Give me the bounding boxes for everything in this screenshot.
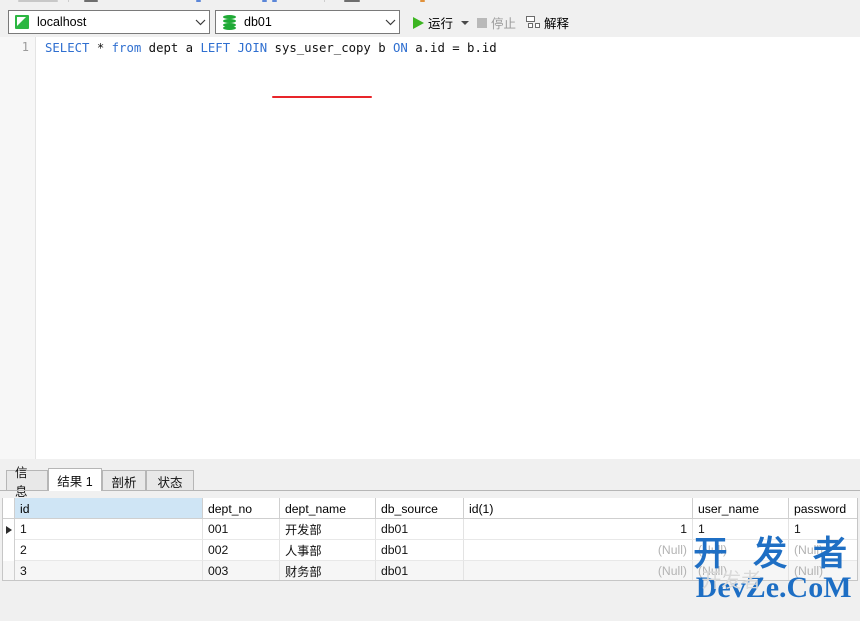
toolbar-ghost-mark bbox=[68, 0, 69, 2]
toolbar-ghost-mark bbox=[344, 0, 360, 2]
grid-column-header[interactable]: dept_no bbox=[203, 498, 280, 519]
grid-corner-cell bbox=[3, 498, 15, 519]
toolbar-ghost-mark bbox=[18, 0, 58, 2]
explain-button[interactable]: 解释 bbox=[526, 12, 569, 33]
results-tab[interactable]: 信息 bbox=[6, 466, 48, 499]
red-underline-annotation bbox=[272, 96, 372, 98]
row-header[interactable] bbox=[3, 561, 15, 580]
grid-cell[interactable]: 1 bbox=[789, 519, 857, 540]
truncated-toolbar bbox=[0, 0, 860, 8]
database-select[interactable]: db01 bbox=[215, 10, 400, 34]
sql-token: ON bbox=[393, 41, 408, 55]
line-number: 1 bbox=[21, 40, 29, 54]
sql-code-line[interactable]: SELECT * from dept a LEFT JOIN sys_user_… bbox=[45, 40, 497, 57]
grid-cell[interactable]: 2 bbox=[15, 540, 203, 561]
grid-cell[interactable]: (Null) bbox=[693, 540, 789, 561]
grid-cell[interactable]: (Null) bbox=[464, 561, 693, 580]
grid-cell[interactable]: db01 bbox=[376, 540, 464, 561]
results-tab[interactable]: 状态 bbox=[146, 470, 194, 491]
grid-cell[interactable]: (Null) bbox=[789, 540, 857, 561]
toolbar-ghost-mark bbox=[324, 0, 325, 2]
table-row[interactable]: 3 003 财务部 db01 (Null) (Null) (Null) bbox=[3, 561, 857, 580]
explain-button-label: 解释 bbox=[544, 17, 570, 31]
database-select-value: db01 bbox=[244, 15, 272, 29]
grid-cell[interactable]: db01 bbox=[376, 561, 464, 580]
grid-cell[interactable]: 002 bbox=[203, 540, 280, 561]
grid-column-header[interactable]: id bbox=[15, 498, 203, 519]
grid-cell[interactable]: (Null) bbox=[693, 561, 789, 580]
sql-token: dept a bbox=[141, 41, 201, 55]
grid-column-header[interactable]: id(1) bbox=[464, 498, 693, 519]
chevron-down-icon[interactable] bbox=[381, 19, 399, 26]
grid-cell[interactable]: 001 bbox=[203, 519, 280, 540]
connection-select-value: localhost bbox=[37, 15, 87, 29]
results-grid-header: id dept_no dept_name db_source id(1) user_nam… bbox=[3, 498, 857, 519]
grid-cell[interactable]: 人事部 bbox=[280, 540, 376, 561]
sql-client-window: localhost db01 运行 停止 解释 1 SELECT * from … bbox=[0, 0, 860, 621]
run-button[interactable]: 运行 bbox=[413, 12, 453, 33]
grid-cell[interactable]: (Null) bbox=[464, 540, 693, 561]
stop-button-label: 停止 bbox=[491, 17, 517, 31]
sql-editor[interactable]: 1 SELECT * from dept a LEFT JOIN sys_use… bbox=[0, 37, 860, 459]
grid-column-header[interactable]: user_name bbox=[693, 498, 789, 519]
toolbar-ghost-mark bbox=[262, 0, 267, 2]
caret-down-icon bbox=[461, 20, 469, 25]
results-tab[interactable]: 剖析 bbox=[102, 470, 146, 491]
grid-cell[interactable]: 1 bbox=[464, 519, 693, 540]
host-icon bbox=[13, 15, 31, 29]
toolbar-ghost-mark bbox=[420, 0, 425, 2]
grid-cell[interactable]: 开发部 bbox=[280, 519, 376, 540]
grid-cell[interactable]: 1 bbox=[15, 519, 203, 540]
grid-cell[interactable]: (Null) bbox=[789, 561, 857, 580]
sql-token: from bbox=[111, 41, 142, 55]
sql-token: LEFT bbox=[200, 41, 231, 55]
toolbar-ghost-mark bbox=[272, 0, 277, 2]
row-header[interactable] bbox=[3, 540, 15, 561]
run-button-label: 运行 bbox=[428, 17, 454, 31]
grid-cell[interactable]: 财务部 bbox=[280, 561, 376, 580]
grid-cell[interactable]: db01 bbox=[376, 519, 464, 540]
table-row[interactable]: 2 002 人事部 db01 (Null) (Null) (Null) bbox=[3, 540, 857, 561]
results-panel: 信息 结果 1 剖析 状态 id dept_no dept_name db_source id… bbox=[0, 459, 860, 621]
sql-token: sys_user_copy b bbox=[267, 41, 394, 55]
sql-token: * bbox=[89, 41, 112, 55]
grid-cell[interactable]: 3 bbox=[15, 561, 203, 580]
results-grid[interactable]: id dept_no dept_name db_source id(1) user_nam… bbox=[2, 498, 858, 581]
sql-token: SELECT bbox=[45, 41, 90, 55]
chevron-down-icon[interactable] bbox=[191, 19, 209, 26]
toolbar-ghost-mark bbox=[196, 0, 201, 2]
grid-cell[interactable]: 003 bbox=[203, 561, 280, 580]
sql-token: JOIN bbox=[237, 41, 268, 55]
editor-gutter: 1 bbox=[0, 37, 36, 459]
results-tab[interactable]: 结果 1 bbox=[48, 468, 102, 491]
database-icon bbox=[220, 14, 238, 30]
connection-toolbar: localhost db01 运行 停止 解释 bbox=[0, 8, 860, 37]
toolbar-ghost-mark bbox=[84, 0, 98, 2]
grid-column-header[interactable]: dept_name bbox=[280, 498, 376, 519]
sql-token: a.id = b.id bbox=[407, 41, 497, 55]
run-dropdown-button[interactable] bbox=[461, 12, 469, 33]
grid-column-header[interactable]: password bbox=[789, 498, 857, 519]
connection-select[interactable]: localhost bbox=[8, 10, 210, 34]
stop-button[interactable]: 停止 bbox=[477, 12, 516, 33]
explain-icon bbox=[526, 16, 540, 29]
row-header[interactable] bbox=[3, 519, 15, 540]
current-row-indicator-icon bbox=[5, 525, 12, 534]
play-icon bbox=[413, 16, 424, 29]
grid-column-header[interactable]: db_source bbox=[376, 498, 464, 519]
stop-icon bbox=[477, 17, 487, 28]
table-row[interactable]: 1 001 开发部 db01 1 1 1 bbox=[3, 519, 857, 540]
results-tabbar: 信息 结果 1 剖析 状态 bbox=[0, 466, 860, 499]
grid-cell[interactable]: 1 bbox=[693, 519, 789, 540]
